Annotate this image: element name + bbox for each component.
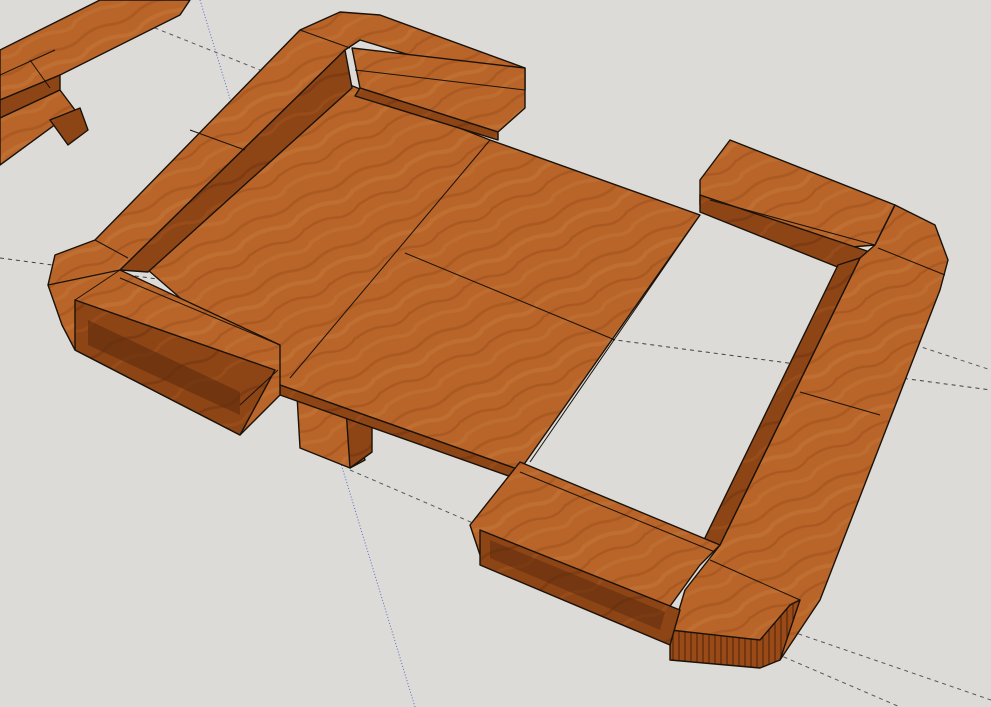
background-model-partial[interactable] bbox=[0, 0, 191, 166]
modeling-viewport[interactable] bbox=[0, 0, 991, 707]
3d-scene[interactable] bbox=[0, 0, 991, 707]
